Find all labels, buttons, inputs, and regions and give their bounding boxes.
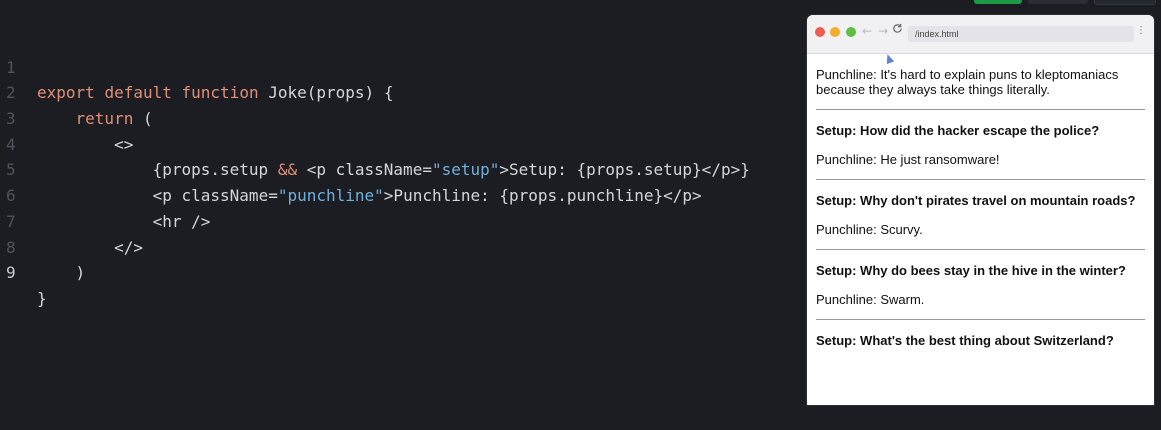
header-button[interactable] xyxy=(1028,0,1088,4)
code-editor[interactable]: 1 export default function Joke(props) { … xyxy=(0,29,800,308)
header-button-green[interactable] xyxy=(974,0,1022,4)
maximize-window-icon[interactable] xyxy=(846,27,856,37)
divider xyxy=(816,249,1145,250)
code-line: 5 <p className="punchline">Punchline: {p… xyxy=(0,132,800,205)
divider xyxy=(816,109,1145,110)
code-line: 8 ) xyxy=(0,209,800,283)
close-window-icon[interactable] xyxy=(815,27,825,37)
joke-punchline: Punchline: It's hard to explain puns to … xyxy=(816,67,1119,97)
code-line: 7 </> xyxy=(0,183,800,257)
joke-punchline: Punchline: Scurvy. xyxy=(816,222,923,237)
code-line: 1 export default function Joke(props) { xyxy=(0,29,800,103)
joke-punchline: Punchline: Swarm. xyxy=(816,292,925,307)
page-content: Punchline: It's hard to explain puns to … xyxy=(807,54,1154,348)
code-line: 3 <> xyxy=(0,80,800,154)
code-text: } xyxy=(37,288,47,308)
joke-punchline: Punchline: He just ransomware! xyxy=(816,152,1000,167)
browser-preview: ← → /index.html ⋮ Punchline: It's hard t… xyxy=(807,15,1154,405)
minimize-window-icon[interactable] xyxy=(830,27,840,37)
code-line: 6 <hr /> xyxy=(0,157,800,231)
divider xyxy=(816,319,1145,320)
reload-icon[interactable] xyxy=(892,23,903,38)
address-bar[interactable]: /index.html xyxy=(908,26,1134,42)
code-line: 2 return ( xyxy=(0,55,800,128)
browser-toolbar: ← → /index.html ⋮ xyxy=(807,15,1154,65)
joke-setup: Setup: How did the hacker escape the pol… xyxy=(816,123,1100,138)
joke-setup: Setup: What's the best thing about Switz… xyxy=(816,333,1114,348)
joke-setup: Setup: Why do bees stay in the hive in t… xyxy=(816,263,1126,278)
divider xyxy=(816,179,1145,180)
back-arrow-icon[interactable]: ← xyxy=(862,24,872,38)
code-text: ) xyxy=(75,263,86,283)
menu-icon[interactable]: ⋮ xyxy=(1136,25,1146,36)
forward-arrow-icon[interactable]: → xyxy=(878,24,888,38)
header-button[interactable] xyxy=(1094,0,1156,5)
code-line: 9 } xyxy=(0,235,800,308)
code-line: 4 {props.setup && <p className="setup">S… xyxy=(0,106,800,180)
joke-setup: Setup: Why don't pirates travel on mount… xyxy=(816,193,1136,208)
line-number: 9 xyxy=(6,263,16,283)
